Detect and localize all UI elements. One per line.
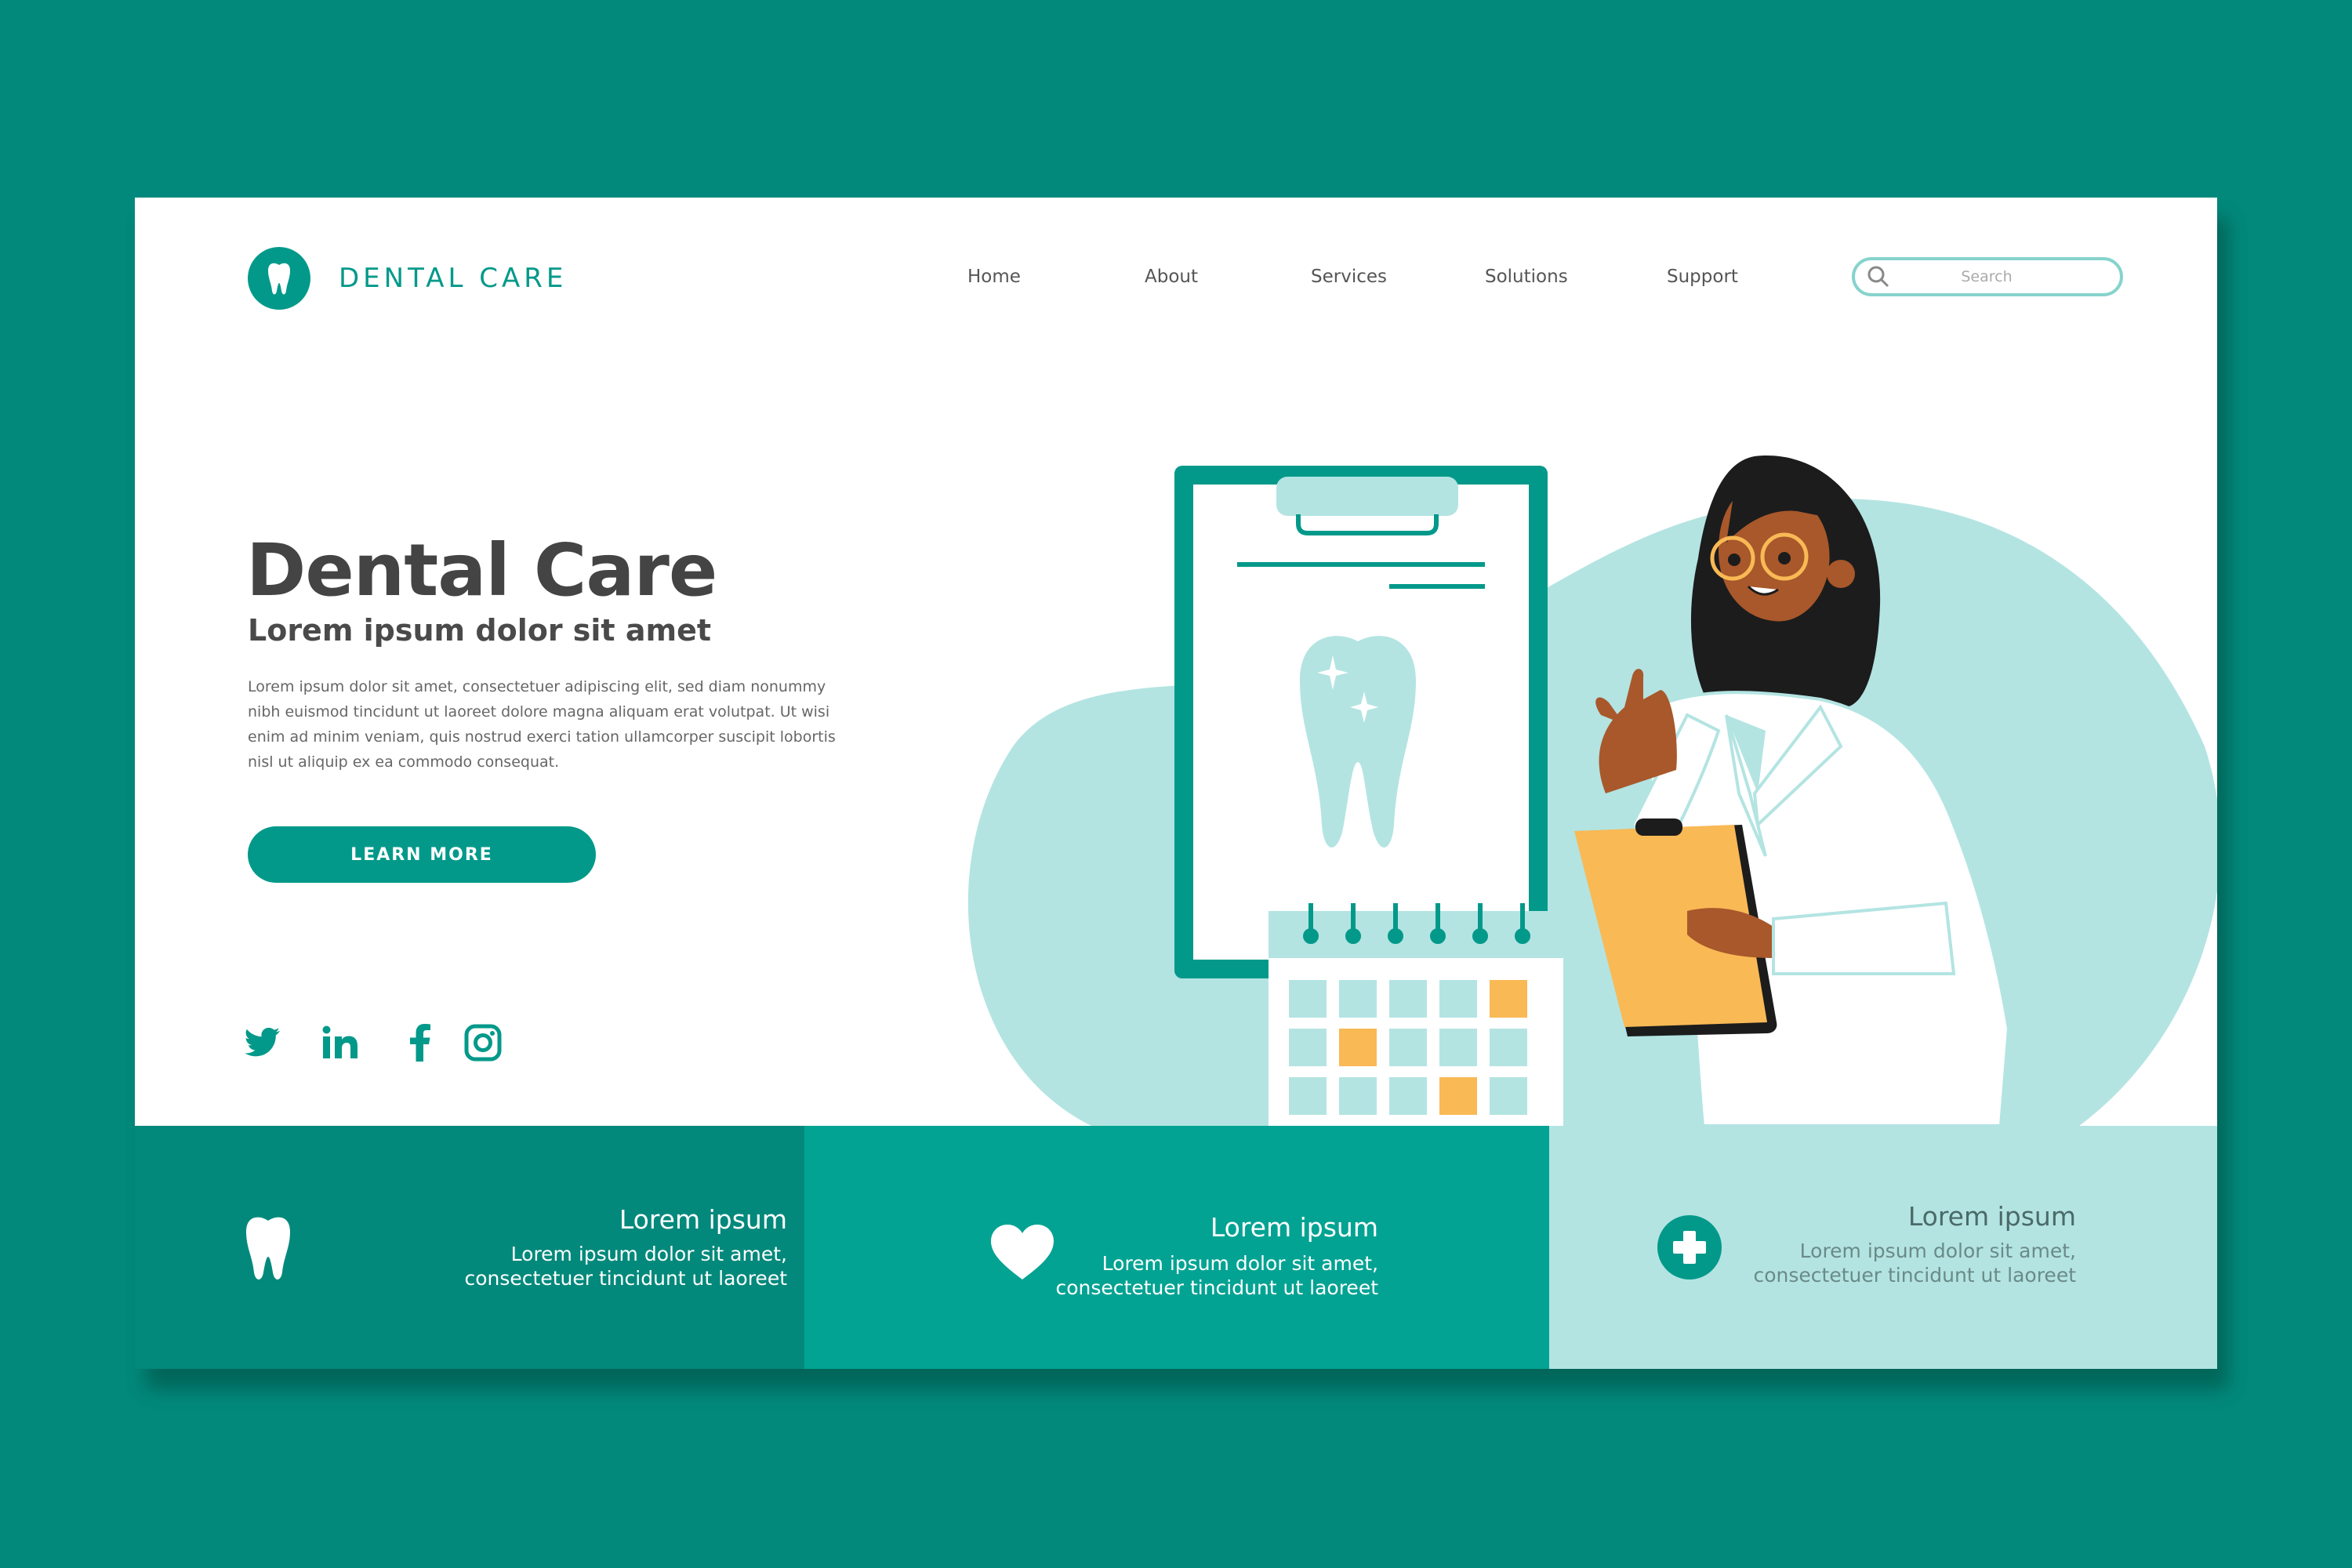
feature-card: Lorem ipsum Lorem ipsum dolor sit amet, … [135,1126,804,1369]
feature-line: consectetuer tincidunt ut laoreet [464,1267,787,1290]
tooth-icon [246,1217,290,1279]
learn-more-button[interactable]: LEARN MORE [248,826,596,883]
facebook-link[interactable] [397,1019,444,1066]
feature-title: Lorem ipsum [1907,1201,2076,1232]
nav-solutions[interactable]: Solutions [1485,267,1568,287]
hero-description: Lorem ipsum dolor sit amet, consectetuer… [248,678,836,771]
landing-page: DENTAL CARE Home About Services Solution… [135,198,2217,1369]
linkedin-link[interactable] [317,1019,364,1066]
linkedin-icon [322,1025,358,1058]
nav-services[interactable]: Services [1311,267,1387,287]
feature-title: Lorem ipsum [619,1204,787,1235]
feature-description: Lorem ipsum dolor sit amet, consectetuer… [1753,1239,2076,1287]
hero-section: DENTAL CARE Home About Services Solution… [135,198,2217,1126]
feature-line: Lorem ipsum dolor sit amet, [1102,1252,1378,1275]
nav-support[interactable]: Support [1667,267,1738,287]
search-icon [1867,266,1889,288]
feature-line: Lorem ipsum dolor sit amet, [1799,1240,2076,1262]
medical-cross-icon [1657,1215,1722,1279]
clipboard-board-illustration [1174,466,1548,978]
search-box[interactable] [1852,257,2123,296]
search-input[interactable] [1891,267,2082,286]
facebook-icon [410,1024,430,1062]
twitter-link[interactable] [240,1019,287,1066]
hero-title: Dental Care [246,528,717,612]
feature-card: Lorem ipsum Lorem ipsum dolor sit amet, … [1549,1126,2217,1369]
nav-about[interactable]: About [1145,267,1198,287]
calendar-illustration [1269,903,1563,1126]
feature-card: Lorem ipsum Lorem ipsum dolor sit amet, … [804,1126,1549,1369]
nav-home[interactable]: Home [967,267,1021,287]
twitter-icon [245,1027,281,1057]
dentist-illustration [968,456,2217,1126]
feature-line: consectetuer tincidunt ut laoreet [1055,1276,1378,1299]
feature-description: Lorem ipsum dolor sit amet, consectetuer… [464,1242,787,1290]
feature-line: Lorem ipsum dolor sit amet, [510,1243,787,1265]
feature-line: consectetuer tincidunt ut laoreet [1753,1264,2076,1287]
feature-title: Lorem ipsum [1210,1212,1378,1243]
instagram-link[interactable] [459,1019,506,1066]
hero-subtitle: Lorem ipsum dolor sit amet [248,613,712,648]
features-strip: Lorem ipsum Lorem ipsum dolor sit amet, … [135,1126,2217,1369]
instagram-icon [464,1024,502,1062]
heart-icon [991,1225,1054,1279]
feature-description: Lorem ipsum dolor sit amet, consectetuer… [1055,1251,1378,1300]
